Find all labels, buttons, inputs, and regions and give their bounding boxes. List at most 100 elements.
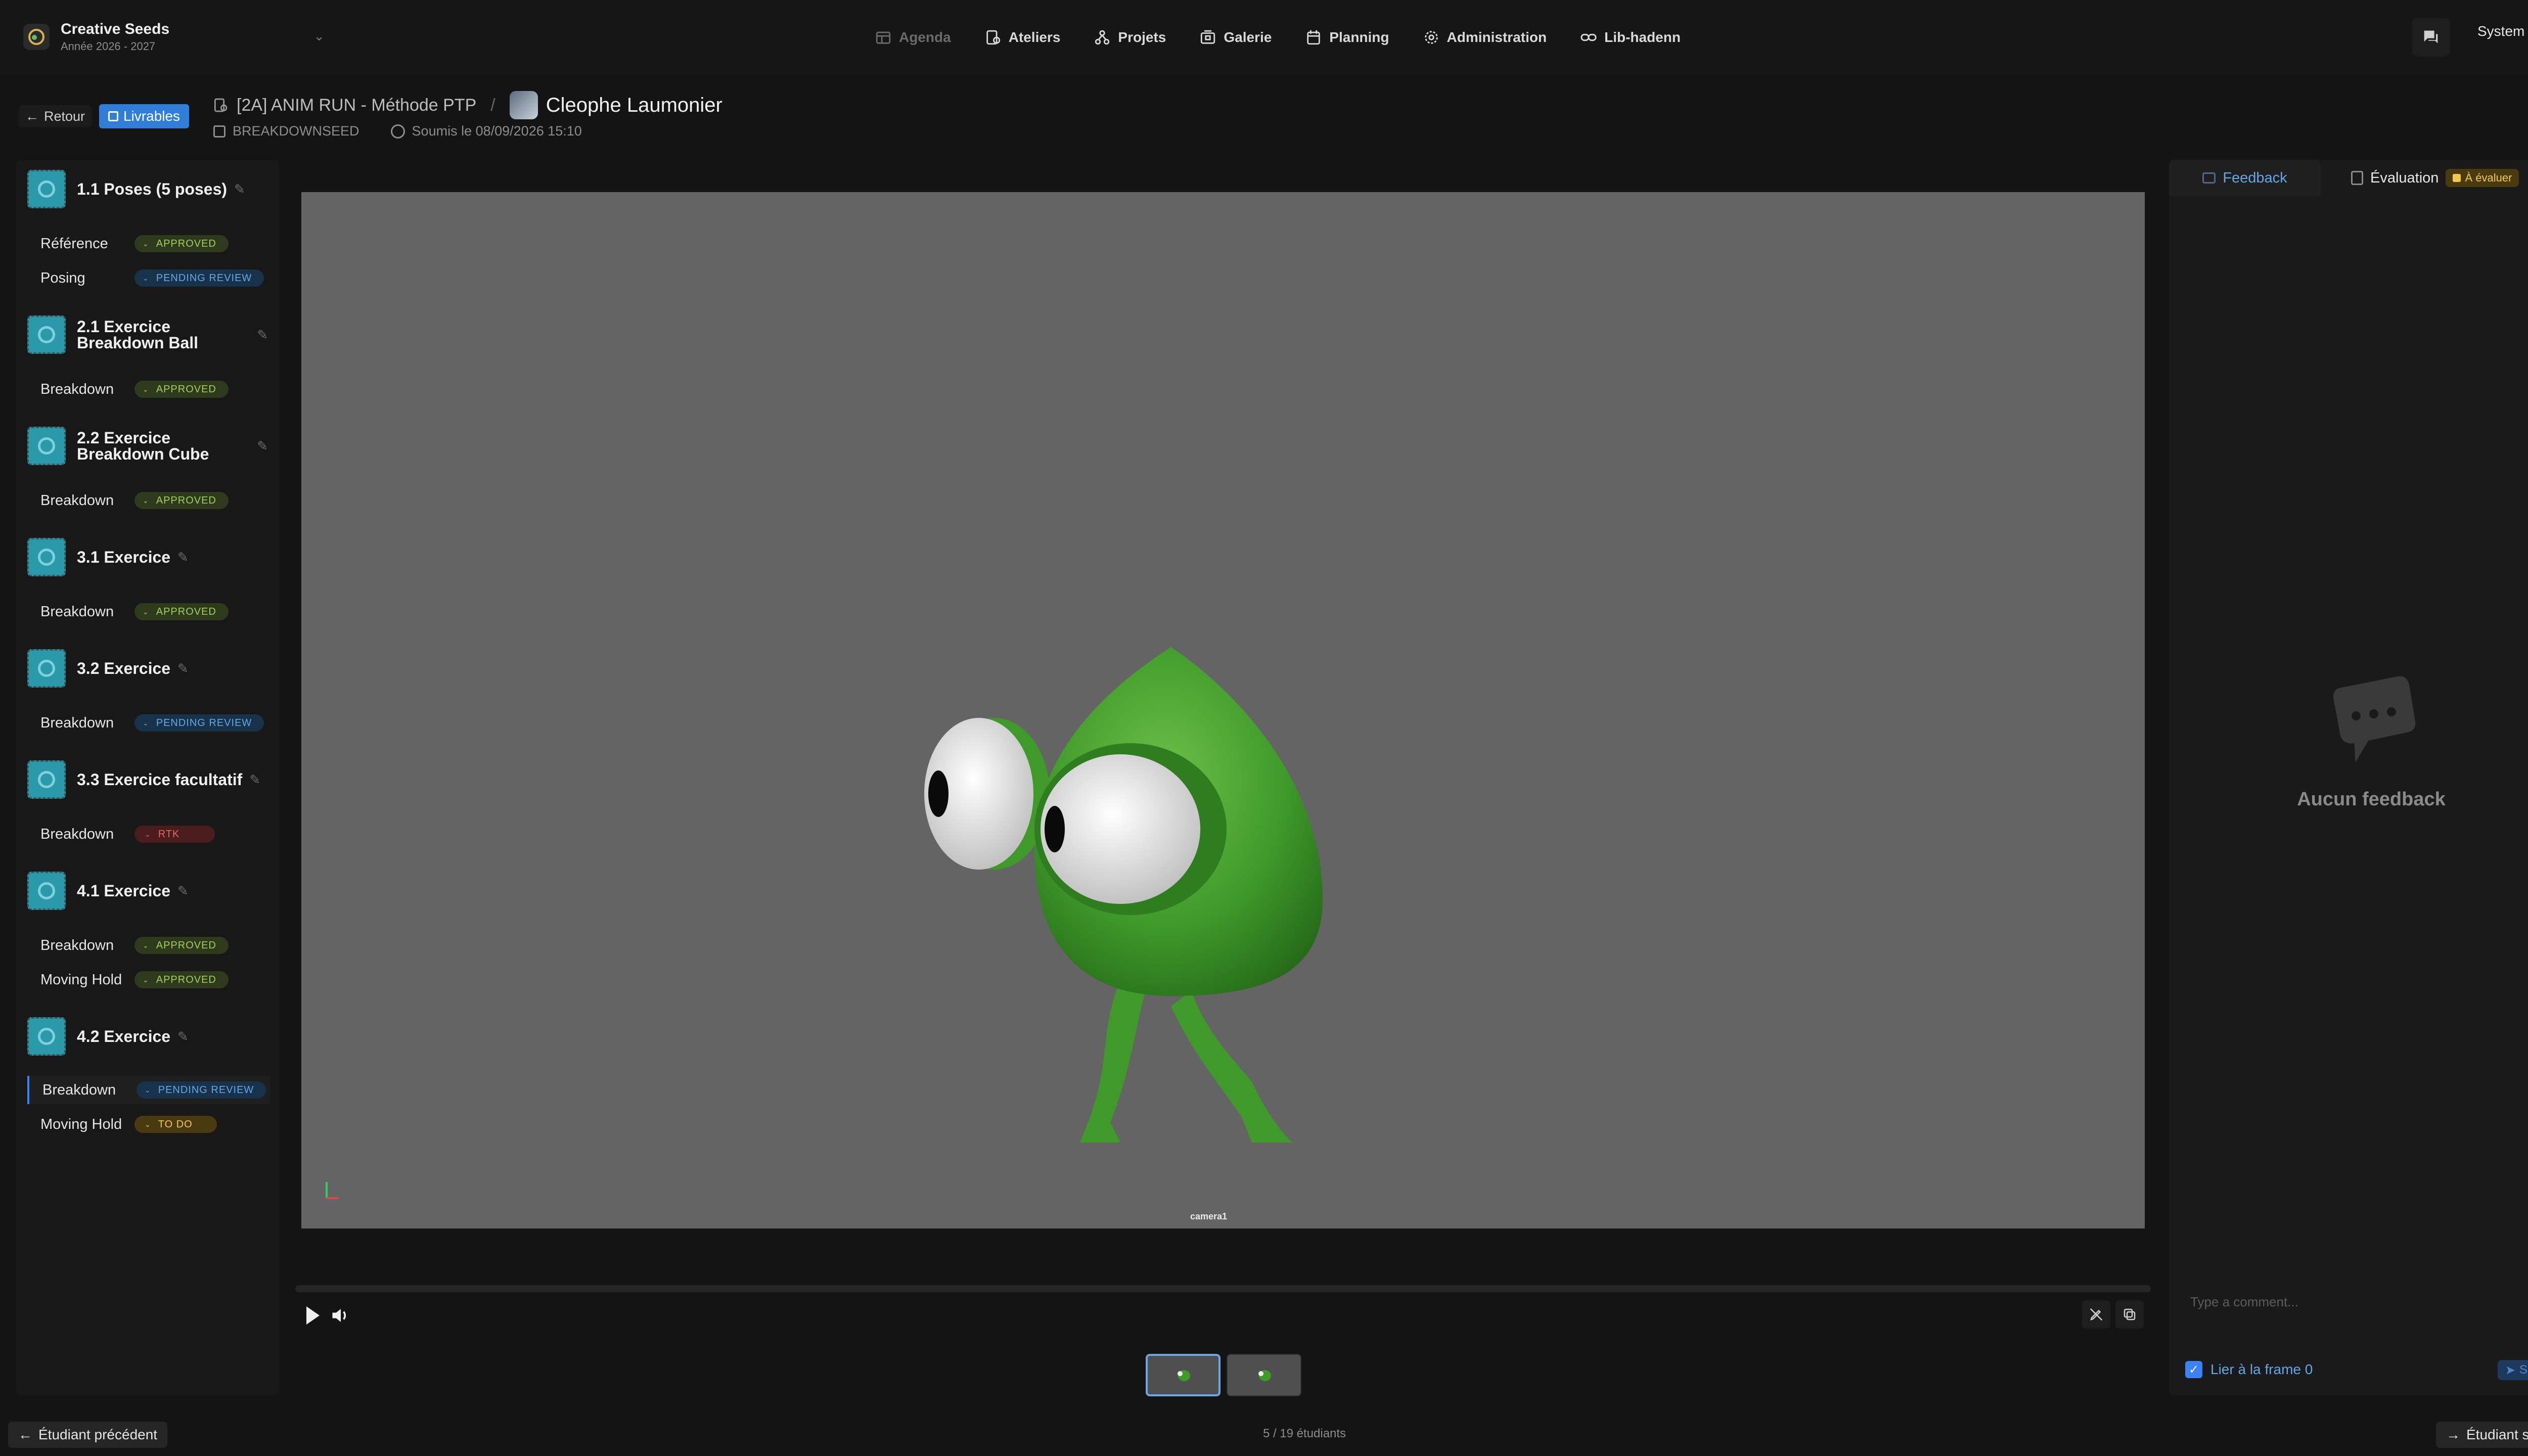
status-badge: ⌄ APPROVED xyxy=(134,235,229,252)
alert-icon xyxy=(2453,174,2461,182)
deliverable-group: 3.1 Exercice ✎ xyxy=(16,538,279,576)
annotate-button[interactable] xyxy=(2082,1300,2110,1329)
video-viewer[interactable] xyxy=(301,192,2145,1228)
deliverable-thumbnail xyxy=(27,315,66,354)
chat-icon xyxy=(2424,30,2438,43)
pencil-icon[interactable]: ✎ xyxy=(177,883,189,899)
item-label: Breakdown xyxy=(40,603,114,620)
status-badge: À évaluer xyxy=(2446,169,2519,187)
play-button[interactable] xyxy=(302,1303,323,1328)
nav-ateliers[interactable]: Ateliers xyxy=(984,29,1060,46)
nav-galerie[interactable]: Galerie xyxy=(1199,29,1272,46)
chevron-down-icon: ⌄ xyxy=(313,28,325,43)
deliverables-button[interactable]: Livrables xyxy=(99,104,190,128)
tab-label: Évaluation xyxy=(2370,169,2439,186)
pencil-icon[interactable]: ✎ xyxy=(249,772,260,788)
feedback-panel xyxy=(2169,160,2528,1395)
list-item[interactable]: Breakdown ⌄ APPROVED xyxy=(27,931,268,960)
main-nav: Agenda Ateliers Projets Galerie Planning… xyxy=(875,23,1714,52)
status-badge: ⌄ APPROVED xyxy=(134,937,229,954)
deliverable-group-header[interactable]: 3.3 Exercice facultatif ✎ xyxy=(16,760,279,799)
deliverable-thumbnail xyxy=(27,649,66,688)
deliverable-group: 4.2 Exercice ✎ xyxy=(16,1017,279,1056)
next-student-button[interactable]: → Étudiant suivant xyxy=(2436,1422,2528,1448)
deliverable-group-header[interactable]: 2.2 Exercice Breakdown Cube ✎ xyxy=(16,427,279,465)
version-thumbnail[interactable] xyxy=(1227,1354,1301,1396)
nav-administration[interactable]: Administration xyxy=(1423,29,1547,46)
tab-evaluation[interactable]: Évaluation À évaluer xyxy=(2351,160,2528,196)
workspace-switcher[interactable]: Creative Seeds Année 2026 - 2027 ⌄ xyxy=(18,14,335,60)
nav-lib-hadenn[interactable]: Lib-hadenn xyxy=(1580,29,1681,46)
deliverable-group-header[interactable]: 1.1 Poses (5 poses) ✎ xyxy=(16,170,279,208)
deliverable-group-header[interactable]: 3.2 Exercice ✎ xyxy=(16,649,279,688)
send-label: Send xyxy=(2519,1363,2528,1377)
list-item[interactable]: Référence ⌄ APPROVED xyxy=(27,230,268,258)
back-button[interactable]: ← Retour xyxy=(18,105,93,127)
deliverable-group-header[interactable]: 2.1 Exercice Breakdown Ball ✎ xyxy=(16,315,279,354)
pencil-icon[interactable]: ✎ xyxy=(177,661,189,676)
projects-icon xyxy=(1095,30,1110,45)
deliverable-group-header[interactable]: 3.1 Exercice ✎ xyxy=(16,538,279,576)
pencil-icon[interactable]: ✎ xyxy=(257,327,268,343)
list-item-selected[interactable]: Breakdown ⌄ PENDING REVIEW xyxy=(27,1076,270,1104)
previous-student-button[interactable]: ← Étudiant précédent xyxy=(8,1422,168,1448)
compare-button[interactable] xyxy=(2115,1300,2144,1329)
breadcrumb-course[interactable]: [2A] ANIM RUN - Méthode PTP xyxy=(237,96,476,115)
deliverables-icon xyxy=(108,111,118,121)
item-label: Moving Hold xyxy=(40,971,122,988)
tab-feedback[interactable]: Feedback xyxy=(2169,160,2321,196)
arrow-left-icon: ← xyxy=(25,108,39,124)
list-item[interactable]: Breakdown ⌄ RTK xyxy=(27,820,268,848)
timeline-scrubber[interactable] xyxy=(295,1285,2151,1292)
nav-label: Agenda xyxy=(899,29,951,45)
deliverable-group-header[interactable]: 4.1 Exercice ✎ xyxy=(16,872,279,910)
list-item[interactable]: Breakdown ⌄ APPROVED xyxy=(27,598,268,626)
nav-label: Planning xyxy=(1329,29,1389,45)
gear-icon xyxy=(1424,31,1438,44)
status-badge: ⌄ RTK xyxy=(134,826,215,843)
messages-button[interactable] xyxy=(2412,18,2450,57)
deliverable-thumbnail xyxy=(27,1017,66,1056)
nav-planning[interactable]: Planning xyxy=(1305,29,1389,46)
character-render xyxy=(924,647,1323,1143)
axis-gizmo xyxy=(322,1178,342,1206)
deliverable-group: 3.3 Exercice facultatif ✎ xyxy=(16,760,279,799)
version-thumbnail[interactable] xyxy=(1146,1354,1221,1396)
pencil-icon[interactable]: ✎ xyxy=(257,438,268,454)
workspace-logo xyxy=(23,24,50,50)
status-badge: ⌄ APPROVED xyxy=(134,492,229,509)
list-item[interactable]: Breakdown ⌄ PENDING REVIEW xyxy=(27,709,268,737)
pencil-icon[interactable]: ✎ xyxy=(177,1029,189,1044)
list-item[interactable]: Moving Hold ⌄ TO DO xyxy=(27,1110,268,1139)
item-label: Breakdown xyxy=(40,492,114,509)
deliverable-thumbnail xyxy=(27,170,66,208)
deliverables-label: Livrables xyxy=(123,108,180,124)
list-item[interactable]: Breakdown ⌄ APPROVED xyxy=(27,375,268,403)
deliverable-group: 3.2 Exercice ✎ xyxy=(16,649,279,688)
deliverable-group: 1.1 Poses (5 poses) ✎ xyxy=(16,170,279,208)
next-label: Étudiant suivant xyxy=(2466,1427,2528,1442)
pencil-icon[interactable]: ✎ xyxy=(177,550,189,565)
list-item[interactable]: Moving Hold ⌄ APPROVED xyxy=(27,966,268,994)
send-button[interactable]: ➤ Send xyxy=(2498,1360,2528,1380)
submission-meta: BREAKDOWNSEED Soumis le 08/09/2026 15:10 xyxy=(213,123,582,139)
deliverable-title: 1.1 Poses (5 poses) xyxy=(77,180,228,198)
deliverable-group-header[interactable]: 4.2 Exercice ✎ xyxy=(16,1017,279,1056)
link-frame-checkbox[interactable]: ✓ xyxy=(2185,1361,2202,1378)
nav-agenda[interactable]: Agenda xyxy=(875,29,951,46)
deliverable-title: 2.1 Exercice Breakdown Ball xyxy=(77,317,199,352)
comment-icon xyxy=(2202,172,2216,184)
deliverable-title: 4.1 Exercice xyxy=(77,882,171,900)
student-counter: 5 / 19 étudiants xyxy=(1262,1427,1346,1440)
comment-input[interactable] xyxy=(2189,1287,2528,1316)
list-item[interactable]: Breakdown ⌄ APPROVED xyxy=(27,486,268,515)
list-item[interactable]: Posing ⌄ PENDING REVIEW xyxy=(27,264,268,292)
student-avatar xyxy=(509,91,538,119)
volume-button[interactable] xyxy=(330,1304,352,1327)
workspace-name: Creative Seeds xyxy=(61,21,170,37)
pencil-icon[interactable]: ✎ xyxy=(234,181,245,197)
nav-projets[interactable]: Projets xyxy=(1094,29,1166,46)
status-badge: ⌄ APPROVED xyxy=(134,381,229,398)
deliverables-sidebar: 1.1 Poses (5 poses) ✎ Référence ⌄ APPROVE… xyxy=(16,160,279,1395)
arrow-left-icon: ← xyxy=(18,1427,32,1442)
